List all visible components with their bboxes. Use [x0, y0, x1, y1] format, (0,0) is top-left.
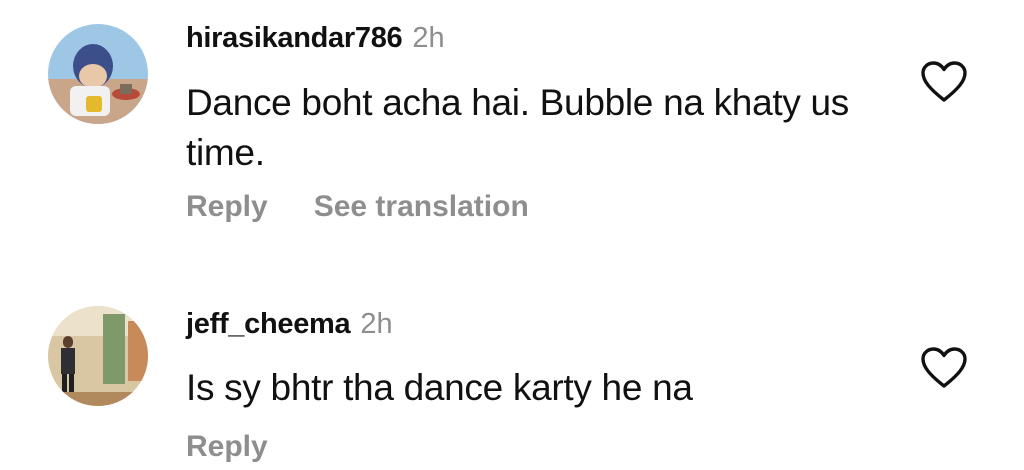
comment-actions: Reply See translation: [186, 190, 529, 224]
timestamp: 2h: [412, 22, 445, 54]
see-translation-button[interactable]: See translation: [314, 190, 529, 223]
comment-item: jeff_cheema 2h Is sy bhtr tha dance karty…: [0, 290, 1024, 470]
comment-meta: hirasikandar786 2h: [186, 20, 445, 56]
like-button[interactable]: [920, 346, 968, 390]
like-button[interactable]: [920, 60, 968, 104]
comment-text: Dance boht acha hai. Bubble na khaty us …: [186, 82, 849, 173]
heart-outline-icon: [921, 61, 967, 102]
avatar-image: [48, 306, 148, 406]
comment-meta: jeff_cheema 2h: [186, 306, 393, 342]
username[interactable]: jeff_cheema: [186, 308, 351, 340]
username[interactable]: hirasikandar786: [186, 22, 403, 54]
comment-item: hirasikandar786 2h Dance boht acha hai. B…: [0, 0, 1024, 260]
reply-button[interactable]: Reply: [186, 430, 268, 463]
timestamp: 2h: [360, 308, 393, 340]
comment-actions: Reply: [186, 430, 268, 464]
avatar[interactable]: [48, 306, 148, 406]
avatar-image: [48, 24, 148, 124]
avatar[interactable]: [48, 24, 148, 124]
heart-outline-icon: [921, 347, 967, 388]
reply-button[interactable]: Reply: [186, 190, 268, 223]
comment-text: Is sy bhtr tha dance karty he na: [186, 367, 693, 408]
